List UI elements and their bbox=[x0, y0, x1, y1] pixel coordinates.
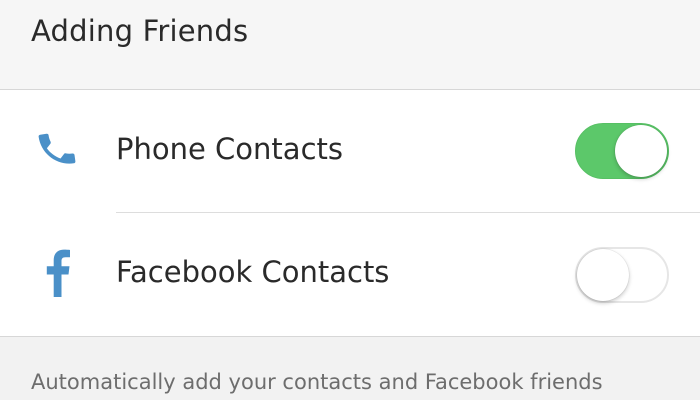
section-title: Adding Friends bbox=[31, 14, 249, 48]
phone-icon bbox=[30, 122, 84, 176]
footer-description: Automatically add your contacts and Face… bbox=[31, 370, 603, 394]
phone-contacts-row: Phone Contacts bbox=[0, 90, 700, 213]
phone-contacts-label: Phone Contacts bbox=[116, 132, 343, 166]
facebook-contacts-row: Facebook Contacts bbox=[0, 213, 700, 336]
facebook-contacts-toggle[interactable] bbox=[575, 247, 669, 303]
settings-group: Phone Contacts Facebook Contacts bbox=[0, 90, 700, 337]
toggle-knob bbox=[577, 249, 629, 301]
phone-contacts-toggle[interactable] bbox=[575, 123, 669, 179]
facebook-contacts-label: Facebook Contacts bbox=[116, 255, 390, 289]
toggle-knob bbox=[615, 125, 667, 177]
facebook-icon bbox=[30, 245, 84, 299]
section-header: Adding Friends bbox=[0, 0, 700, 90]
